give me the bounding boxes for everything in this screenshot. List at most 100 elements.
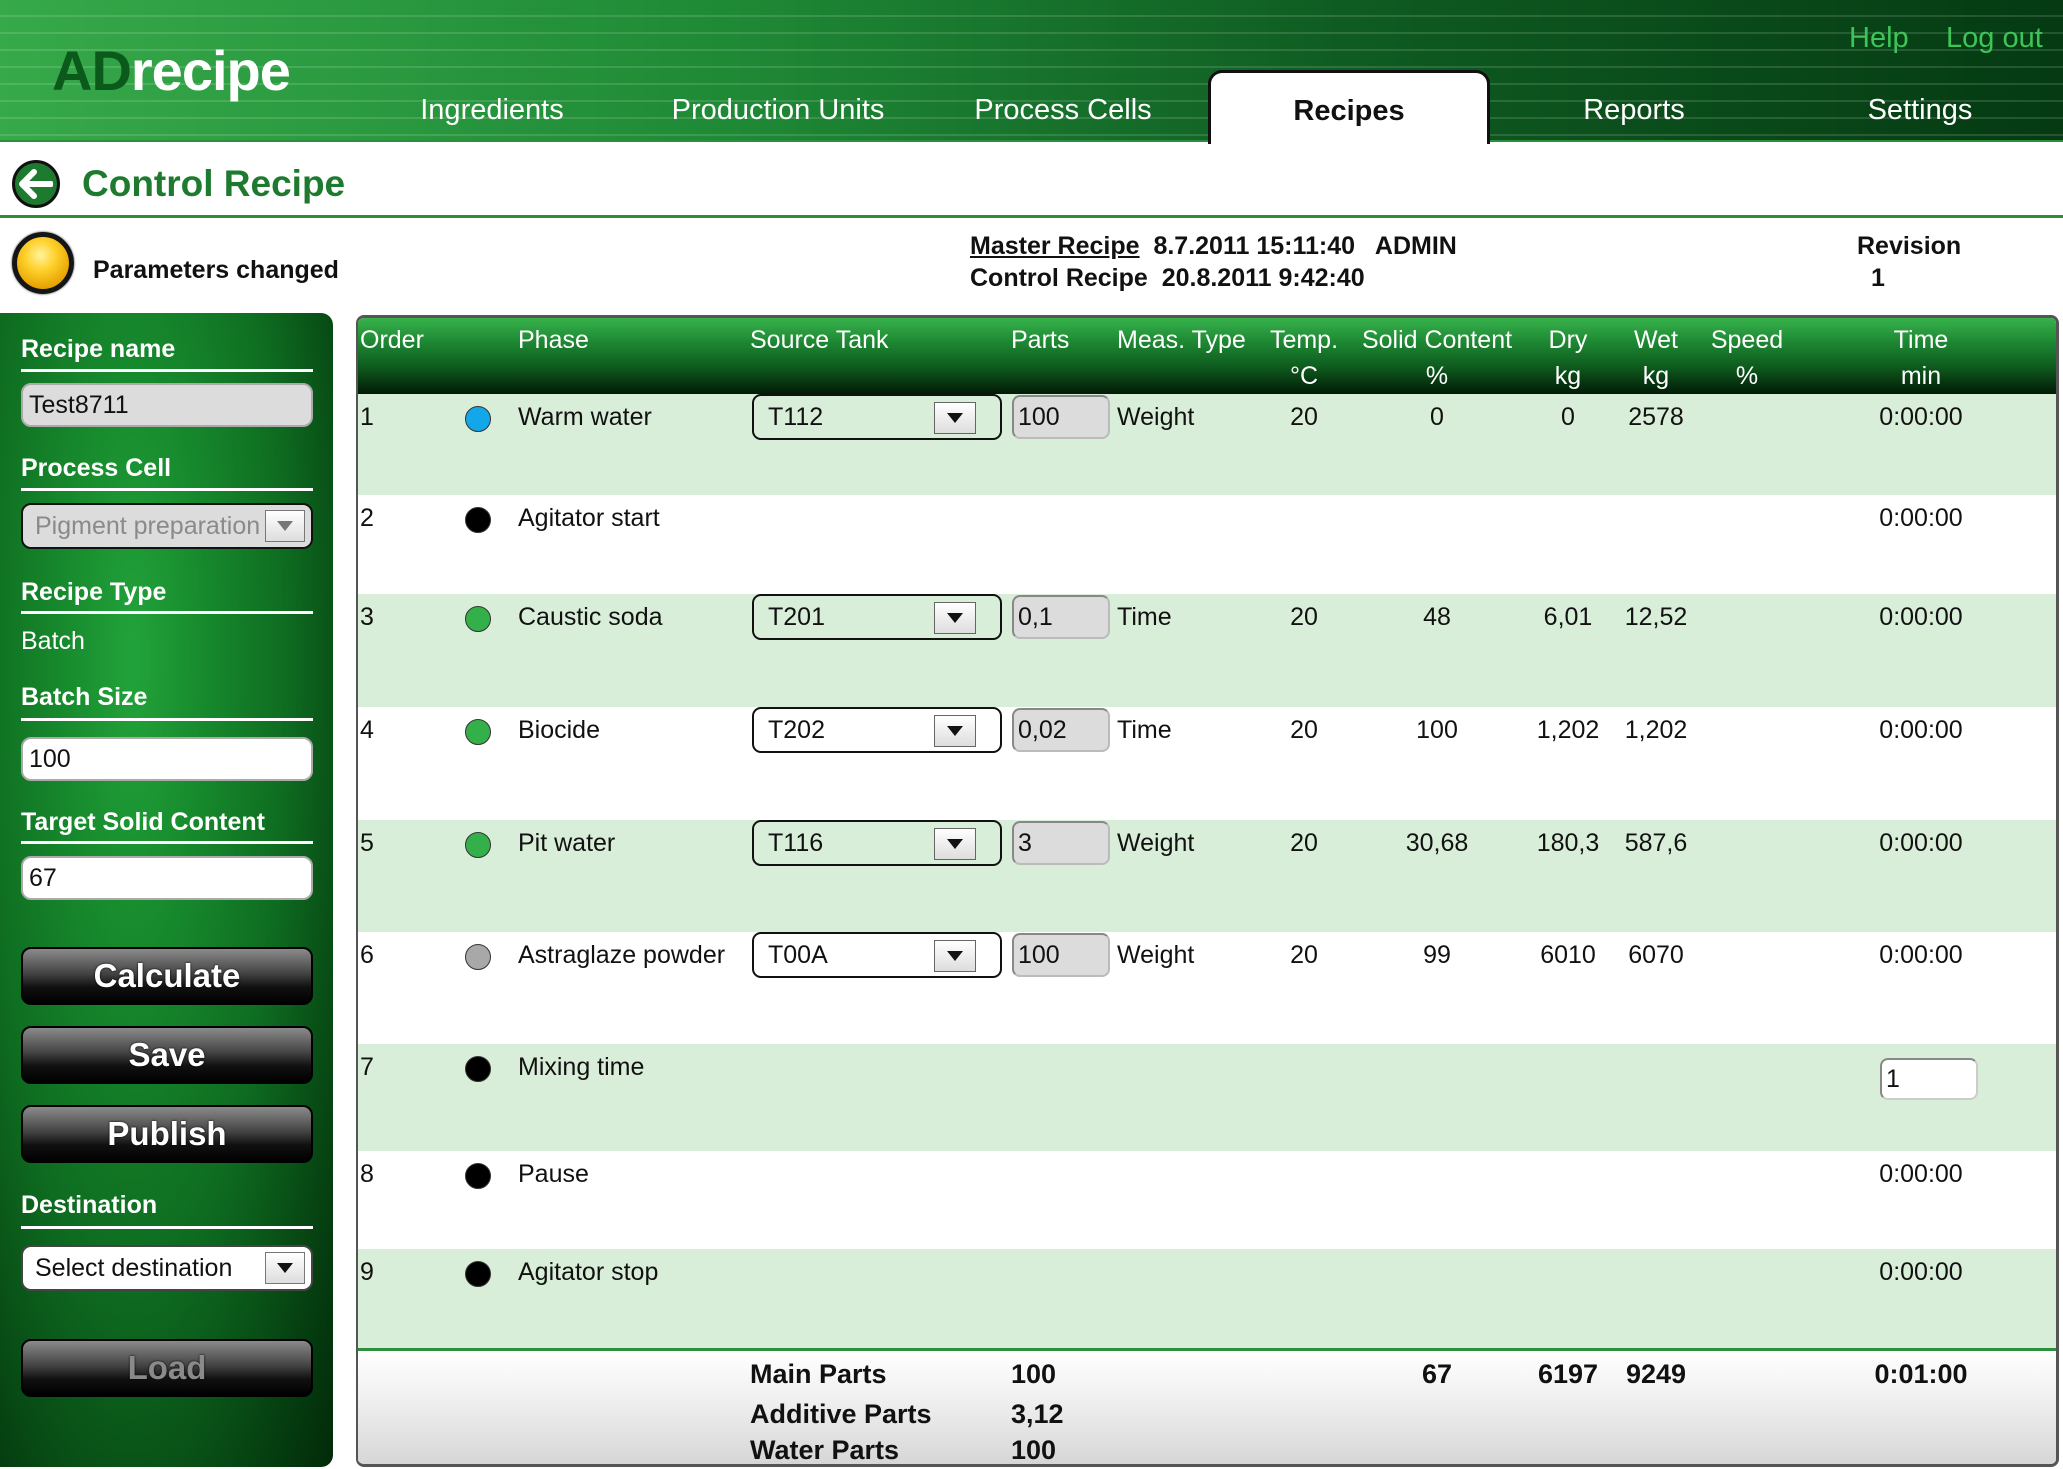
parts-field[interactable]: 0,1: [1012, 595, 1110, 639]
time-cell: 0:00:00: [1879, 403, 1963, 431]
recipe-name-label: Recipe name: [21, 335, 176, 363]
table-row[interactable]: 9 Agitator stop 0:00:00: [358, 1249, 2056, 1348]
col-dry: Dry: [1548, 326, 1588, 354]
process-cell-select[interactable]: Pigment preparation: [21, 503, 313, 549]
col-temp-unit: °C: [1289, 362, 1319, 390]
destination-select[interactable]: Select destination: [21, 1245, 313, 1291]
revision-label: Revision: [1857, 232, 1962, 260]
phase-status-dot-icon: [465, 944, 491, 970]
tab-production-units[interactable]: Production Units: [637, 78, 919, 142]
phase-cell: Agitator start: [518, 504, 660, 532]
phase-cell: Warm water: [518, 403, 652, 431]
col-wet-unit: kg: [1642, 362, 1670, 390]
calculate-button[interactable]: Calculate: [21, 947, 313, 1005]
tab-reports[interactable]: Reports: [1493, 78, 1775, 142]
source-tank-value: T201: [768, 603, 825, 631]
wet-cell: 587,6: [1624, 829, 1688, 857]
master-recipe-link[interactable]: Master Recipe: [970, 232, 1140, 260]
chevron-down-icon: [265, 1252, 305, 1284]
destination-value: Select destination: [35, 1254, 233, 1282]
tab-ingredients[interactable]: Ingredients: [351, 78, 633, 142]
table-row[interactable]: 7 Mixing time 1: [358, 1044, 2056, 1151]
tab-settings[interactable]: Settings: [1779, 78, 2061, 142]
arrow-left-icon: [19, 169, 53, 199]
source-tank-select[interactable]: T112: [752, 394, 1002, 440]
solid-content-cell: 100: [1416, 716, 1458, 744]
temp-cell: 20: [1290, 716, 1318, 744]
order-cell: 6: [360, 941, 374, 969]
chevron-down-icon: [934, 402, 976, 434]
phase-status-dot-icon: [465, 1056, 491, 1082]
order-cell: 7: [360, 1053, 374, 1081]
order-cell: 4: [360, 716, 374, 744]
dry-cell: 6010: [1540, 941, 1596, 969]
phase-cell: Caustic soda: [518, 603, 663, 631]
recipe-sidebar: Recipe name Test8711 Process Cell Pigmen…: [0, 313, 333, 1467]
load-button[interactable]: Load: [21, 1339, 313, 1397]
order-cell: 5: [360, 829, 374, 857]
phase-status-dot-icon: [465, 832, 491, 858]
source-tank-select[interactable]: T00A: [752, 932, 1002, 978]
back-button[interactable]: [12, 160, 60, 208]
temp-cell: 20: [1290, 941, 1318, 969]
solid-content-cell: 99: [1423, 941, 1451, 969]
tab-recipes[interactable]: Recipes: [1208, 70, 1490, 144]
source-tank-select[interactable]: T201: [752, 594, 1002, 640]
table-row[interactable]: 6 Astraglaze powder T00A 100 Weight 20 99 6010 6…: [358, 932, 2056, 1044]
phase-cell: Biocide: [518, 716, 600, 744]
source-tank-select[interactable]: T116: [752, 820, 1002, 866]
publish-button[interactable]: Publish: [21, 1105, 313, 1163]
wet-total: 9249: [1625, 1359, 1687, 1389]
solid-content-total: 67: [1421, 1359, 1453, 1389]
tab-process-cells[interactable]: Process Cells: [922, 78, 1204, 142]
table-row[interactable]: 1 Warm water T112 100 Weight 20 0 0 2578 0:00:00: [358, 394, 2056, 495]
parts-field[interactable]: 100: [1012, 933, 1110, 977]
status-indicator-icon: [12, 232, 74, 294]
time-total: 0:01:00: [1874, 1359, 1968, 1389]
temp-cell: 20: [1290, 603, 1318, 631]
wet-cell: 1,202: [1624, 716, 1688, 744]
wet-cell: 6070: [1628, 941, 1684, 969]
process-cell-label: Process Cell: [21, 454, 172, 482]
phase-cell: Astraglaze powder: [518, 941, 726, 969]
phase-cell: Agitator stop: [518, 1258, 659, 1286]
target-solid-field[interactable]: 67: [21, 856, 313, 900]
recipe-name-field[interactable]: Test8711: [21, 383, 313, 427]
table-row[interactable]: 8 Pause 0:00:00: [358, 1151, 2056, 1249]
parts-field[interactable]: 100: [1012, 395, 1110, 439]
title-divider: [0, 215, 2063, 218]
control-recipe-value: 20.8.2011 9:42:40: [1161, 264, 1365, 292]
divider: [21, 488, 313, 491]
source-tank-select[interactable]: T202: [752, 707, 1002, 753]
app-logo: ADrecipe: [52, 39, 291, 102]
col-phase: Phase: [518, 326, 589, 354]
col-solid-unit: %: [1425, 362, 1449, 390]
meas-type-cell: Weight: [1117, 829, 1195, 857]
parts-field[interactable]: 3: [1012, 821, 1110, 865]
batch-size-label: Batch Size: [21, 683, 148, 711]
phase-status-dot-icon: [465, 606, 491, 632]
logout-link[interactable]: Log out: [1946, 22, 2043, 55]
order-cell: 9: [360, 1258, 374, 1286]
table-row[interactable]: 5 Pit water T116 3 Weight 20 30,68 180,3 587,6 0:…: [358, 820, 2056, 932]
table-row[interactable]: 3 Caustic soda T201 0,1 Time 20 48 6,01 12,52 0:0…: [358, 594, 2056, 707]
water-parts-value: 100: [1011, 1435, 1057, 1465]
chevron-down-icon: [265, 510, 305, 542]
save-button[interactable]: Save: [21, 1026, 313, 1084]
page-title: Control Recipe: [82, 163, 346, 204]
mixing-time-field[interactable]: 1: [1880, 1058, 1978, 1100]
chevron-down-icon: [934, 602, 976, 634]
solid-content-cell: 0: [1430, 403, 1444, 431]
main-parts-value: 100: [1011, 1359, 1057, 1389]
parts-field[interactable]: 0,02: [1012, 708, 1110, 752]
additive-parts-label: Additive Parts: [750, 1399, 932, 1429]
table-row[interactable]: 2 Agitator start 0:00:00: [358, 495, 2056, 594]
table-row[interactable]: 4 Biocide T202 0,02 Time 20 100 1,202 1,202 0:00:…: [358, 707, 2056, 820]
batch-size-field[interactable]: 100: [21, 737, 313, 781]
water-parts-label: Water Parts: [750, 1435, 900, 1465]
meas-type-cell: Time: [1117, 603, 1172, 631]
time-cell: 0:00:00: [1879, 829, 1963, 857]
chevron-down-icon: [934, 715, 976, 747]
source-tank-value: T116: [768, 829, 824, 857]
help-link[interactable]: Help: [1849, 22, 1909, 55]
